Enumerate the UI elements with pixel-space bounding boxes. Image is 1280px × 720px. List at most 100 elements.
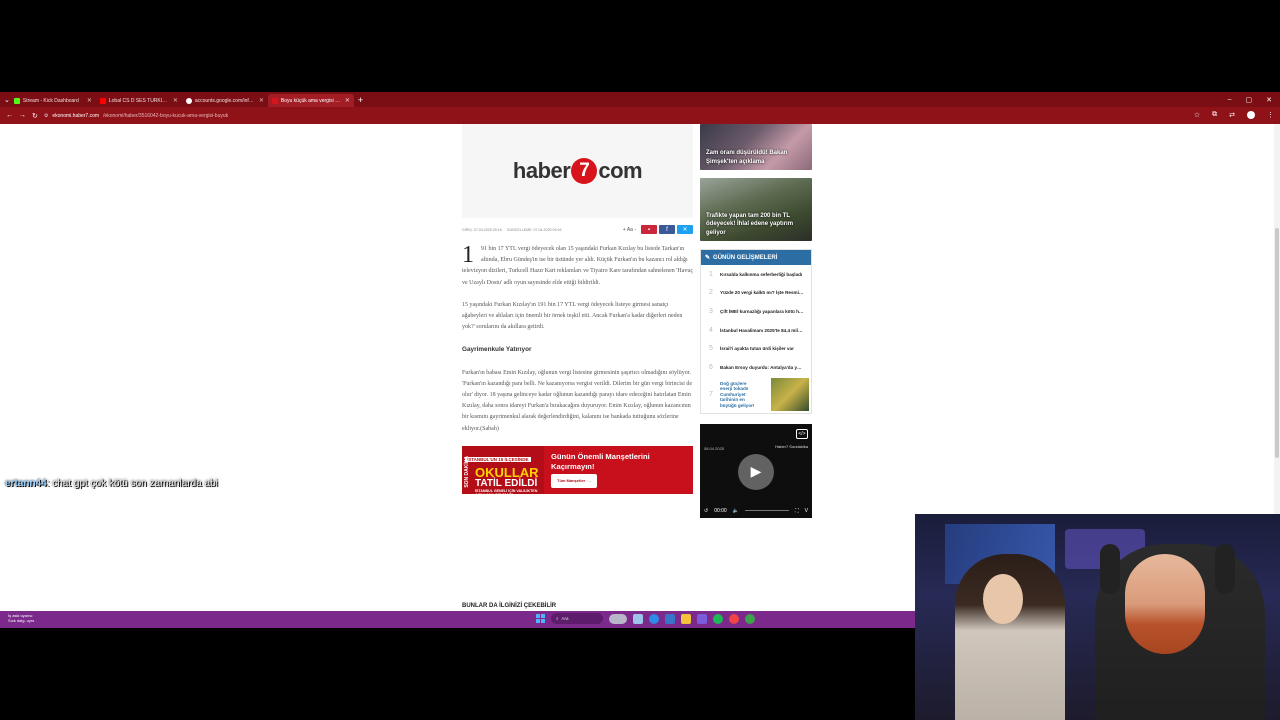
arrow-right-icon: →: [587, 478, 592, 484]
spotify-icon[interactable]: [713, 613, 723, 624]
chat-overlay: ertann44: chat gpt çok kötü son zamanlar…: [5, 478, 218, 489]
webcam-feed: [915, 514, 1280, 720]
list-item[interactable]: 6Bakan Ersoy duyurdu: Antalya'da yeni dö…: [701, 358, 811, 377]
logo-text: com: [598, 158, 643, 183]
list-item[interactable]: 3 Çift İMEİ kurnazlığı yapanlara kötü hab…: [701, 302, 811, 321]
tab-kick[interactable]: Stream - Kick Dashboard ✕: [10, 94, 96, 107]
play-icon[interactable]: ▶: [738, 453, 774, 490]
video-date: 08.04.2025: [704, 445, 725, 451]
taskbar-apps: ⌕ Ara: [536, 613, 755, 624]
comment-icon[interactable]: ▪: [641, 225, 657, 234]
url-field[interactable]: ⚙ ekonomi.haber7.com/ekonomi/haber/35160…: [44, 113, 228, 119]
profile-avatar[interactable]: [1247, 110, 1255, 121]
bookmark-star-icon[interactable]: ☆: [1194, 111, 1200, 121]
banner-big: OKULLAR: [475, 464, 539, 480]
publish-date: GİRİŞ: 07.04.2025 09:16: [462, 227, 502, 232]
brand-v-icon: V: [804, 507, 808, 514]
fullscreen-icon[interactable]: ⛶: [795, 508, 799, 514]
logo-text: haber: [512, 158, 571, 183]
menu-icon[interactable]: ⋮: [1267, 111, 1274, 121]
close-icon[interactable]: ✕: [259, 97, 264, 104]
tab-title: Boyu küçük ama vergisi büyük: [280, 97, 342, 104]
paragraph: Furkan'ın babası Emin Kızılay, oğlunun v…: [462, 369, 693, 432]
news-card[interactable]: Zam oranı düşürüldü! Bakan Şimşek'ten aç…: [700, 124, 812, 170]
search-icon: ⌕: [556, 616, 559, 621]
banner-headline: Günün Önemli Manşetlerini Kaçırmayın!: [551, 452, 650, 471]
task-view-icon[interactable]: [633, 613, 643, 624]
url-host: ekonomi.haber7.com: [52, 112, 100, 119]
toolbar-actions: ☆ ⧉ ⇄ ⋮: [1194, 110, 1274, 121]
forward-icon[interactable]: →: [19, 112, 26, 119]
dropcap: 1: [462, 242, 474, 268]
banner-ad: SON DAKİKA İSTANBUL'UN 15 İLÇESİNDE OKUL…: [462, 445, 544, 497]
chrome-icon[interactable]: [729, 613, 739, 624]
screen: ⌄ Stream - Kick Dashboard ✕ Lobal CS D S…: [0, 0, 1280, 720]
url-path: /ekonomi/haber/3516042-boyu-kucuk-ama-ve…: [103, 112, 229, 119]
window-controls: – ▢ ✕: [1228, 96, 1280, 104]
list-item[interactable]: 4 İstanbul Havalimanı 2025'te 84.4 milyon: [701, 321, 811, 340]
youtube-icon: [99, 97, 106, 104]
list-item-featured[interactable]: 7 Doğ güçlere enerji tokadı! Cumhuriyet t…: [701, 377, 811, 413]
todays-developments: ✎ GÜNÜN GELİŞMELERİ 1 Kırsalda kalkınma se…: [700, 249, 812, 414]
close-icon[interactable]: ✕: [173, 97, 178, 104]
tab-youtube[interactable]: Lobal CS D SES TÜRKİYE - YouT ✕: [96, 94, 182, 107]
x-twitter-icon[interactable]: ✕: [677, 225, 693, 234]
tab-title: Stream - Kick Dashboard: [22, 97, 79, 104]
facebook-icon[interactable]: f: [659, 225, 675, 234]
video-progress[interactable]: [744, 510, 790, 512]
new-tab-icon[interactable]: +: [358, 95, 363, 105]
back-icon[interactable]: ←: [6, 112, 13, 119]
replay-icon[interactable]: ↺: [704, 508, 708, 514]
headline-banner[interactable]: SON DAKİKA İSTANBUL'UN 15 İLÇESİNDE OKUL…: [462, 445, 693, 497]
reload-icon[interactable]: ↻: [32, 112, 38, 120]
volume-icon[interactable]: 🔈: [733, 508, 739, 514]
cast-icon[interactable]: ⇄: [1229, 111, 1235, 121]
banner-big2: TATİL EDİLDİ: [475, 477, 538, 489]
taskbar-search[interactable]: ⌕ Ara: [551, 613, 603, 624]
font-size-control[interactable]: + Aa -: [623, 227, 636, 233]
haber7-icon: [271, 97, 278, 104]
tab-bar: ⌄ Stream - Kick Dashboard ✕ Lobal CS D S…: [0, 92, 1280, 107]
extensions-icon[interactable]: ⧉: [1212, 111, 1217, 121]
windows-start-icon[interactable]: [536, 614, 545, 623]
maximize-icon[interactable]: ▢: [1246, 96, 1253, 104]
minimize-icon[interactable]: –: [1228, 96, 1232, 104]
news-card[interactable]: Trafikte yapan tam 200 bin TL ödeyecek! …: [700, 178, 812, 241]
google-icon: [185, 97, 192, 104]
haber7-logo[interactable]: haber 7 com: [512, 158, 643, 184]
list-item[interactable]: 1 Kırsalda kalkınma seferberliği başladı: [701, 265, 811, 284]
weather-widget[interactable]: İş aski uyarısı Sıck dalg. uyrs: [8, 613, 34, 623]
update-date: GÜNCELLEME: 07.04.2025 09:16: [506, 227, 562, 232]
banner-tag: İSTANBUL'UN 15 İLÇESİNDE: [465, 456, 531, 462]
tab-google-accounts[interactable]: accounts.google.com/info/acc ✕: [182, 94, 268, 107]
list-item[interactable]: 5 İsrail'i ayakta tutan ürdi kişiler var: [701, 339, 811, 358]
tab-title: accounts.google.com/info/acc: [194, 97, 256, 104]
site-info-icon[interactable]: ⚙: [44, 113, 48, 119]
tab-haber7[interactable]: Boyu küçük ama vergisi büyük ✕: [267, 94, 354, 107]
news-card-title: Trafikte yapan tam 200 bin TL ödeyecek! …: [706, 212, 794, 236]
embed-code-icon[interactable]: </>: [796, 428, 808, 439]
subheading: Gayrimenkule Yatırıyor: [462, 346, 532, 354]
edge-icon[interactable]: [649, 613, 659, 624]
article-body: 1 91 bin 17 YTL vergi ödeyecek olan 15 ya…: [462, 242, 693, 435]
article-meta: GİRİŞ: 07.04.2025 09:16 GÜNCELLEME: 07.0…: [462, 225, 693, 234]
all-headlines-button[interactable]: Tüm Manşetler →: [551, 474, 598, 488]
banner-small: İSTANBUL GENELİ İÇİN VALİLİKTEN AÇIKLAMA…: [475, 488, 538, 497]
scroll-thumb[interactable]: [1275, 228, 1279, 458]
related-heading: BUNLAR DA İLGİNİZİ ÇEKEBİLİR: [462, 603, 557, 609]
paragraph: 1 91 bin 17 YTL vergi ödeyecek olan 15 ya…: [462, 242, 693, 286]
store-icon[interactable]: [665, 613, 675, 624]
video-player[interactable]: </> Haber7 Sondakika 08.04.2025 ▶ ↺ 00:0…: [700, 423, 812, 518]
chat-username: ertann44: [5, 478, 47, 489]
app-icon[interactable]: [745, 613, 755, 624]
discord-icon[interactable]: [697, 613, 707, 624]
banner-vertical: SON DAKİKA: [464, 455, 470, 488]
close-icon[interactable]: ✕: [87, 97, 92, 104]
close-window-icon[interactable]: ✕: [1266, 96, 1272, 104]
tab-title: Lobal CS D SES TÜRKİYE - YouT: [108, 97, 170, 104]
copilot-icon[interactable]: [609, 613, 627, 624]
file-explorer-icon[interactable]: [681, 613, 691, 624]
close-icon[interactable]: ✕: [345, 97, 350, 104]
list-item[interactable]: 2Yüzde 20 vergi kalktı mı? İşte Resmi aç…: [701, 284, 811, 303]
article: haber 7 com GİRİŞ: 07.04.2025 09:16 GÜNC…: [462, 124, 693, 497]
